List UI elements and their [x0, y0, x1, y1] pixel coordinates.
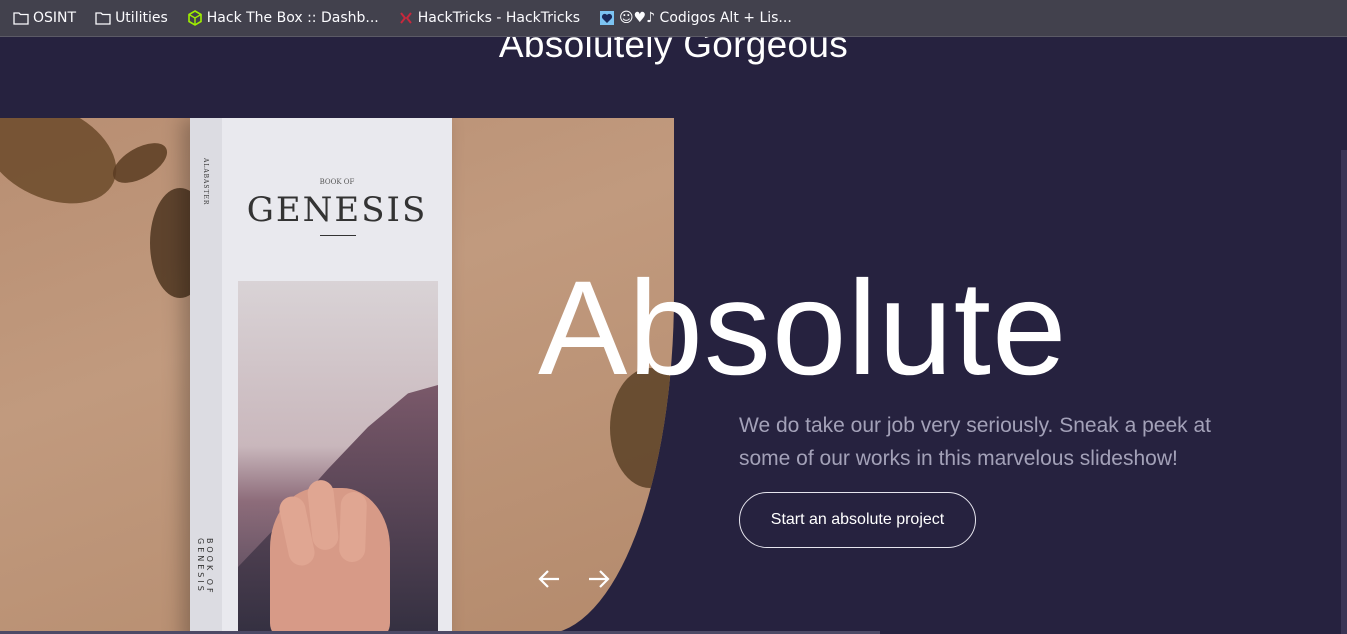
htb-cube-icon	[187, 10, 203, 26]
next-slide-button[interactable]	[586, 566, 612, 592]
heart-card-icon	[599, 10, 615, 26]
book-title: GENESIS	[246, 190, 428, 230]
hero-description: We do take our job very seriously. Sneak…	[739, 414, 1211, 470]
arrow-left-icon	[538, 570, 559, 588]
bookmark-utilities[interactable]: Utilities	[82, 0, 174, 37]
prev-slide-button[interactable]	[536, 566, 562, 592]
leaf-decoration	[106, 135, 174, 191]
start-project-button[interactable]: Start an absolute project	[739, 492, 976, 548]
hero-headline: Absolute	[538, 254, 1068, 403]
bookmarks-toolbar: OSINT Utilities Hack The Box :: Dashb...…	[0, 0, 1347, 37]
book-publisher: ALABASTER	[202, 158, 209, 206]
book-spine-text: BOOK OF GENESIS	[196, 538, 214, 596]
scrollbar[interactable]	[1341, 150, 1347, 634]
bookmark-label: Utilities	[115, 10, 168, 26]
book-rule	[320, 235, 356, 236]
bookmark-label: ☺♥♪ Codigos Alt + Lis...	[619, 10, 792, 26]
book-subtitle: BOOK OF	[319, 178, 355, 186]
arrow-right-icon	[589, 570, 610, 588]
finger	[338, 491, 368, 563]
bookmark-codigos-alt[interactable]: ☺♥♪ Codigos Alt + Lis...	[586, 0, 798, 37]
folder-icon	[95, 10, 111, 26]
bookmark-label: OSINT	[33, 10, 77, 26]
bookmark-label: Hack The Box :: Dashb...	[206, 10, 379, 26]
folder-icon	[13, 10, 29, 26]
bookmark-hack-the-box[interactable]: Hack The Box :: Dashb...	[174, 0, 385, 37]
bookmark-label: HackTricks - HackTricks	[417, 10, 581, 26]
bookmark-hacktricks[interactable]: HackTricks - HackTricks	[385, 0, 586, 37]
hacktricks-icon	[398, 10, 414, 26]
bookmark-osint[interactable]: OSINT	[0, 0, 82, 37]
